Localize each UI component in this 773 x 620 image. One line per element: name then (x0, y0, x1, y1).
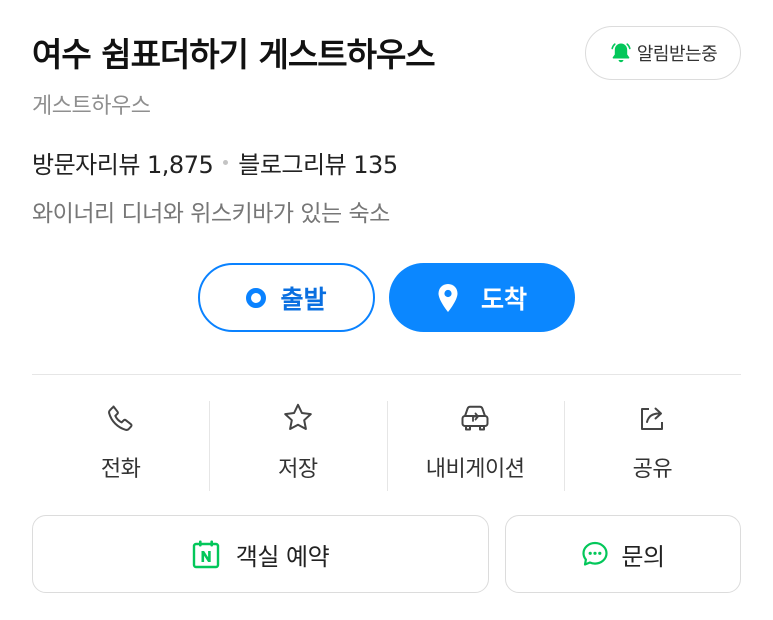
bell-icon (611, 43, 631, 63)
car-icon (461, 405, 489, 431)
star-icon (284, 403, 312, 430)
section-divider (32, 374, 741, 375)
blog-reviews-link[interactable]: 블로그리뷰 135 (238, 145, 398, 180)
navigation-label: 내비게이션 (425, 457, 525, 482)
save-label: 저장 (278, 457, 318, 482)
navigation-button[interactable]: 내비게이션 (386, 395, 564, 495)
room-booking-button[interactable]: 객실 예약 (32, 515, 489, 593)
chat-bubble-icon (582, 541, 609, 566)
origin-dot-icon (246, 287, 267, 308)
alarm-button[interactable]: 알림받는중 (585, 26, 741, 80)
room-booking-label: 객실 예약 (235, 542, 330, 571)
depart-label: 출발 (280, 284, 327, 314)
save-button[interactable]: 저장 (209, 395, 386, 495)
arrive-button[interactable]: 도착 (389, 263, 575, 332)
place-description: 와이너리 디너와 위스키바가 있는 숙소 (32, 201, 390, 227)
inquiry-button[interactable]: 문의 (505, 515, 741, 593)
depart-button[interactable]: 출발 (198, 263, 375, 332)
arrive-label: 도착 (480, 284, 527, 314)
alarm-label: 알림받는중 (636, 44, 718, 65)
share-icon (641, 407, 664, 430)
phone-icon (107, 405, 133, 431)
visitor-reviews-link[interactable]: 방문자리뷰 1,875 (32, 145, 214, 180)
place-title: 여수 쉼표더하기 게스트하우스 (32, 35, 436, 74)
separator-dot (223, 160, 229, 165)
place-category: 게스트하우스 (32, 94, 151, 119)
call-button[interactable]: 전화 (32, 395, 209, 495)
share-button[interactable]: 공유 (563, 395, 741, 495)
share-label: 공유 (632, 457, 673, 482)
location-pin-icon (438, 283, 458, 312)
naver-calendar-icon (192, 540, 219, 569)
call-label: 전화 (100, 457, 141, 482)
review-summary: 방문자리뷰 1,875 블로그리뷰 135 (32, 145, 398, 180)
inquiry-label: 문의 (621, 542, 665, 571)
action-bar: 전화 저장 내비게이션 공유 (32, 395, 741, 495)
